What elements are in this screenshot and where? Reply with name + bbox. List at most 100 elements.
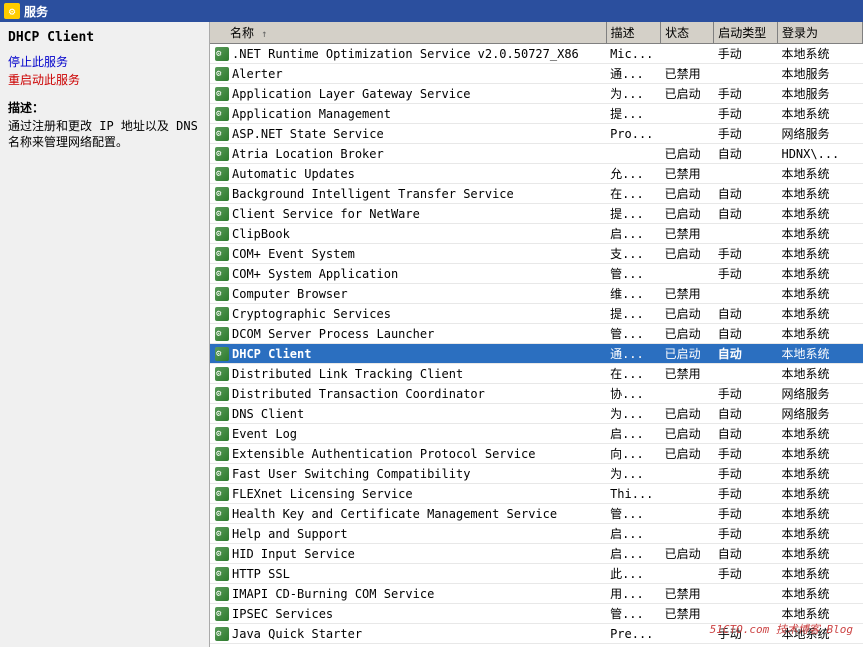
service-name-text: ASP.NET State Service: [232, 127, 384, 141]
table-row[interactable]: ⚙ClipBook启...已禁用本地系统: [210, 224, 863, 244]
table-row[interactable]: ⚙Alerter通...已禁用本地服务: [210, 64, 863, 84]
service-icon: ⚙: [214, 406, 230, 422]
cell-desc: 启...: [606, 544, 661, 564]
table-row[interactable]: ⚙Computer Browser维...已禁用本地系统: [210, 284, 863, 304]
cell-status: 已启动: [661, 644, 714, 647]
table-row[interactable]: ⚙Extensible Authentication Protocol Serv…: [210, 444, 863, 464]
table-row[interactable]: ⚙HTTP SSL此...手动本地系统: [210, 564, 863, 584]
table-row[interactable]: ⚙.NET Runtime Optimization Service v2.0.…: [210, 44, 863, 64]
service-name-text: .NET Runtime Optimization Service v2.0.5…: [232, 47, 579, 61]
cell-status: 已禁用: [661, 364, 714, 384]
col-header-status[interactable]: 状态: [661, 22, 714, 44]
cell-status: 已启动: [661, 344, 714, 364]
table-row[interactable]: ⚙Cryptographic Services提...已启动自动本地系统: [210, 304, 863, 324]
service-name-text: IPSEC Services: [232, 607, 333, 621]
cell-name: ⚙Cryptographic Services: [210, 304, 606, 324]
cell-starttype: 手动: [714, 84, 778, 104]
cell-logon: 本地系统: [777, 524, 862, 544]
cell-status: [661, 624, 714, 644]
cell-name: ⚙Application Management: [210, 104, 606, 124]
cell-logon: 本地服务: [777, 64, 862, 84]
col-header-logon[interactable]: 登录为: [777, 22, 862, 44]
table-row[interactable]: ⚙DCOM Server Process Launcher管...已启动自动本地…: [210, 324, 863, 344]
cell-desc: Mic...: [606, 44, 661, 64]
table-row[interactable]: ⚙Automatic Updates允...已禁用本地系统: [210, 164, 863, 184]
cell-logon: 本地系统: [777, 364, 862, 384]
col-header-starttype[interactable]: 启动类型: [714, 22, 778, 44]
cell-starttype: 手动: [714, 484, 778, 504]
cell-name: ⚙Distributed Link Tracking Client: [210, 364, 606, 384]
table-row[interactable]: ⚙Java Quick StarterPre...手动本地系统: [210, 624, 863, 644]
table-row[interactable]: ⚙Event Log启...已启动自动本地系统: [210, 424, 863, 444]
cell-status: 已启动: [661, 244, 714, 264]
cell-desc: 金...: [606, 644, 661, 647]
table-row[interactable]: ⚙IMAPI CD-Burning COM Service用...已禁用本地系统: [210, 584, 863, 604]
cell-logon: 本地系统: [777, 644, 862, 647]
table-row[interactable]: ⚙Application Layer Gateway Service为...已启…: [210, 84, 863, 104]
cell-starttype: [714, 604, 778, 624]
left-panel: DHCP Client 停止此服务 重启动此服务 描述： 通过注册和更改 IP …: [0, 22, 210, 647]
service-name-text: Distributed Transaction Coordinator: [232, 387, 485, 401]
cell-logon: 本地系统: [777, 104, 862, 124]
cell-name: ⚙HID Input Service: [210, 544, 606, 564]
cell-starttype: 手动: [714, 384, 778, 404]
service-name-text: Computer Browser: [232, 287, 348, 301]
table-row[interactable]: ⚙COM+ System Application管...手动本地系统: [210, 264, 863, 284]
table-row[interactable]: ⚙Application Management提...手动本地系统: [210, 104, 863, 124]
service-icon: ⚙: [214, 506, 230, 522]
service-name-text: Extensible Authentication Protocol Servi…: [232, 447, 535, 461]
action-links: 停止此服务 重启动此服务: [8, 53, 201, 89]
table-row[interactable]: ⚙DHCP Client通...已启动自动本地系统: [210, 344, 863, 364]
cell-name: ⚙Kingsoft Core Service: [210, 644, 606, 647]
cell-status: 已启动: [661, 204, 714, 224]
service-icon: ⚙: [214, 546, 230, 562]
service-icon: ⚙: [214, 346, 230, 362]
cell-desc: 支...: [606, 244, 661, 264]
service-name-text: Alerter: [232, 67, 283, 81]
col-header-name[interactable]: 名称 ↑: [210, 22, 606, 44]
table-row[interactable]: ⚙FLEXnet Licensing ServiceThi...手动本地系统: [210, 484, 863, 504]
cell-name: ⚙HTTP SSL: [210, 564, 606, 584]
cell-name: ⚙DHCP Client: [210, 344, 606, 364]
table-row[interactable]: ⚙DNS Client为...已启动自动网络服务: [210, 404, 863, 424]
cell-logon: 本地系统: [777, 44, 862, 64]
cell-logon: 本地系统: [777, 624, 862, 644]
stop-service-link[interactable]: 停止此服务: [8, 53, 201, 71]
cell-starttype: 手动: [714, 264, 778, 284]
restart-service-link[interactable]: 重启动此服务: [8, 71, 201, 89]
col-header-desc[interactable]: 描述: [606, 22, 661, 44]
service-icon: ⚙: [214, 186, 230, 202]
service-icon: ⚙: [214, 146, 230, 162]
cell-status: [661, 484, 714, 504]
service-name-text: Help and Support: [232, 527, 348, 541]
table-row[interactable]: ⚙HID Input Service启...已启动自动本地系统: [210, 544, 863, 564]
cell-status: 已禁用: [661, 284, 714, 304]
table-row[interactable]: ⚙Background Intelligent Transfer Service…: [210, 184, 863, 204]
table-row[interactable]: ⚙Distributed Link Tracking Client在...已禁用…: [210, 364, 863, 384]
table-row[interactable]: ⚙Atria Location Broker已启动自动HDNX\...: [210, 144, 863, 164]
cell-status: 已启动: [661, 184, 714, 204]
service-name-text: Application Management: [232, 107, 391, 121]
service-icon: ⚙: [214, 206, 230, 222]
table-row[interactable]: ⚙COM+ Event System支...已启动手动本地系统: [210, 244, 863, 264]
table-row[interactable]: ⚙Client Service for NetWare提...已启动自动本地系统: [210, 204, 863, 224]
table-row[interactable]: ⚙IPSEC Services管...已禁用本地系统: [210, 604, 863, 624]
cell-starttype: 手动: [714, 524, 778, 544]
cell-name: ⚙FLEXnet Licensing Service: [210, 484, 606, 504]
cell-logon: 本地系统: [777, 424, 862, 444]
cell-desc: 通...: [606, 344, 661, 364]
cell-desc: 在...: [606, 364, 661, 384]
cell-logon: 本地系统: [777, 284, 862, 304]
right-panel[interactable]: 名称 ↑ 描述 状态 启动类型 登录为 ⚙.NET Runtime Optimi…: [210, 22, 863, 647]
cell-status: 已启动: [661, 444, 714, 464]
table-row[interactable]: ⚙Health Key and Certificate Management S…: [210, 504, 863, 524]
table-row[interactable]: ⚙ASP.NET State ServicePro...手动网络服务: [210, 124, 863, 144]
table-row[interactable]: ⚙Kingsoft Core Service金...已启动自动本地系统: [210, 644, 863, 647]
service-icon: ⚙: [214, 446, 230, 462]
service-icon: ⚙: [214, 66, 230, 82]
cell-logon: 本地系统: [777, 184, 862, 204]
table-row[interactable]: ⚙Help and Support启...手动本地系统: [210, 524, 863, 544]
cell-desc: 为...: [606, 84, 661, 104]
table-row[interactable]: ⚙Fast User Switching Compatibility为...手动…: [210, 464, 863, 484]
table-row[interactable]: ⚙Distributed Transaction Coordinator协...…: [210, 384, 863, 404]
